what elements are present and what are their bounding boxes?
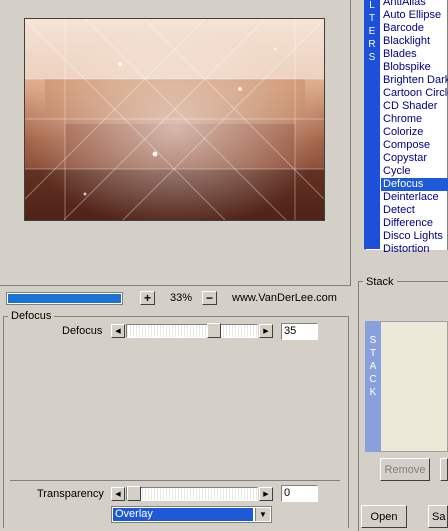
filter-list-item[interactable]: Deinterlace	[383, 191, 448, 204]
stack-tab-letter: S	[369, 335, 377, 346]
filter-list-item[interactable]: Cartoon Circle	[383, 87, 448, 100]
preview-image-art	[25, 19, 324, 220]
transparency-decrease-button[interactable]: ◀	[111, 487, 125, 501]
filter-list-item[interactable]: Blacklight	[383, 35, 448, 48]
filters-tab-letter: E	[368, 26, 376, 37]
remove-button[interactable]: Remove	[380, 458, 430, 481]
filters-tab-letter: R	[368, 39, 376, 50]
filter-list-item[interactable]: Colorize	[383, 126, 448, 139]
filter-list-item[interactable]: Barcode	[383, 22, 448, 35]
website-label: www.VanDerLee.com	[232, 292, 337, 304]
filter-list-item[interactable]: Distortion	[383, 243, 448, 256]
arrow-left-icon: ◀	[115, 491, 121, 498]
zoom-level: 33%	[169, 292, 193, 304]
arrow-right-icon: ▶	[263, 328, 269, 335]
stack-extra-button[interactable]	[440, 458, 448, 481]
stack-tab-letter: A	[369, 361, 377, 372]
blend-mode-selected: Overlay	[113, 508, 253, 521]
stack-group-left-border	[358, 281, 359, 531]
filter-list-item[interactable]: Copystar	[383, 152, 448, 165]
open-button[interactable]: Open	[361, 505, 407, 528]
save-button[interactable]: Sa	[428, 505, 448, 528]
zoom-out-button[interactable]: −	[202, 291, 217, 305]
zoom-in-button[interactable]: +	[140, 291, 155, 305]
filters-tab-letter: L	[369, 0, 375, 11]
filters-tab[interactable]: L T E R S	[364, 0, 380, 249]
render-progress-bar	[6, 292, 123, 305]
blend-mode-select[interactable]: Overlay ▼	[111, 506, 272, 523]
defocus-value-field[interactable]: 35	[281, 323, 318, 340]
defocus-group-left-border	[3, 316, 4, 528]
filter-list-item[interactable]: Auto Ellipse	[383, 9, 448, 22]
defocus-slider-track[interactable]	[126, 324, 258, 338]
filter-list-item[interactable]: Blobspike	[383, 61, 448, 74]
filter-list-item[interactable]: Difference	[383, 217, 448, 230]
transparency-value-field[interactable]: 0	[281, 485, 318, 502]
defocus-decrease-button[interactable]: ◀	[111, 324, 125, 338]
stack-tab-letter: T	[369, 348, 377, 359]
filter-list-item[interactable]: Compose	[383, 139, 448, 152]
stack-tab-letter: K	[369, 387, 377, 398]
defocus-increase-button[interactable]: ▶	[259, 324, 273, 338]
dropdown-arrow-icon[interactable]: ▼	[255, 508, 270, 521]
defocus-slider-label: Defocus	[62, 325, 103, 337]
filter-list-item[interactable]: Defocus	[381, 178, 448, 191]
defocus-slider-thumb[interactable]	[207, 323, 221, 338]
filters-tab-letter: T	[368, 13, 376, 24]
transparency-label: Transparency	[37, 488, 104, 500]
stack-title: Stack	[363, 276, 397, 288]
arrow-right-icon: ▶	[263, 491, 269, 498]
defocus-group-right-border	[348, 316, 349, 528]
filter-list-item[interactable]: Detect	[383, 204, 448, 217]
transparency-slider-thumb[interactable]	[127, 486, 141, 501]
arrow-left-icon: ◀	[115, 328, 121, 335]
render-progress-fill	[8, 294, 121, 303]
filters-tab-letter: S	[368, 52, 376, 63]
filter-list-item[interactable]: CD Shader	[383, 100, 448, 113]
defocus-group-border	[3, 316, 348, 317]
preview-image[interactable]	[24, 18, 325, 221]
defocus-group-title: Defocus	[8, 310, 55, 322]
transparency-slider-track[interactable]	[126, 487, 258, 501]
filter-list-item[interactable]: Chrome	[383, 113, 448, 126]
separator-line	[10, 480, 340, 481]
filter-list-item[interactable]: Cycle	[383, 165, 448, 178]
filter-list-item[interactable]: Blades	[383, 48, 448, 61]
stack-tab-letter: C	[369, 374, 377, 385]
filter-list-item[interactable]: Brighten Dark	[383, 74, 448, 87]
transparency-increase-button[interactable]: ▶	[259, 487, 273, 501]
filter-list-item[interactable]: AntiAlias	[383, 0, 448, 9]
filter-list-item[interactable]: Disco Lights	[383, 230, 448, 243]
stack-tab[interactable]: S T A C K	[365, 321, 381, 452]
